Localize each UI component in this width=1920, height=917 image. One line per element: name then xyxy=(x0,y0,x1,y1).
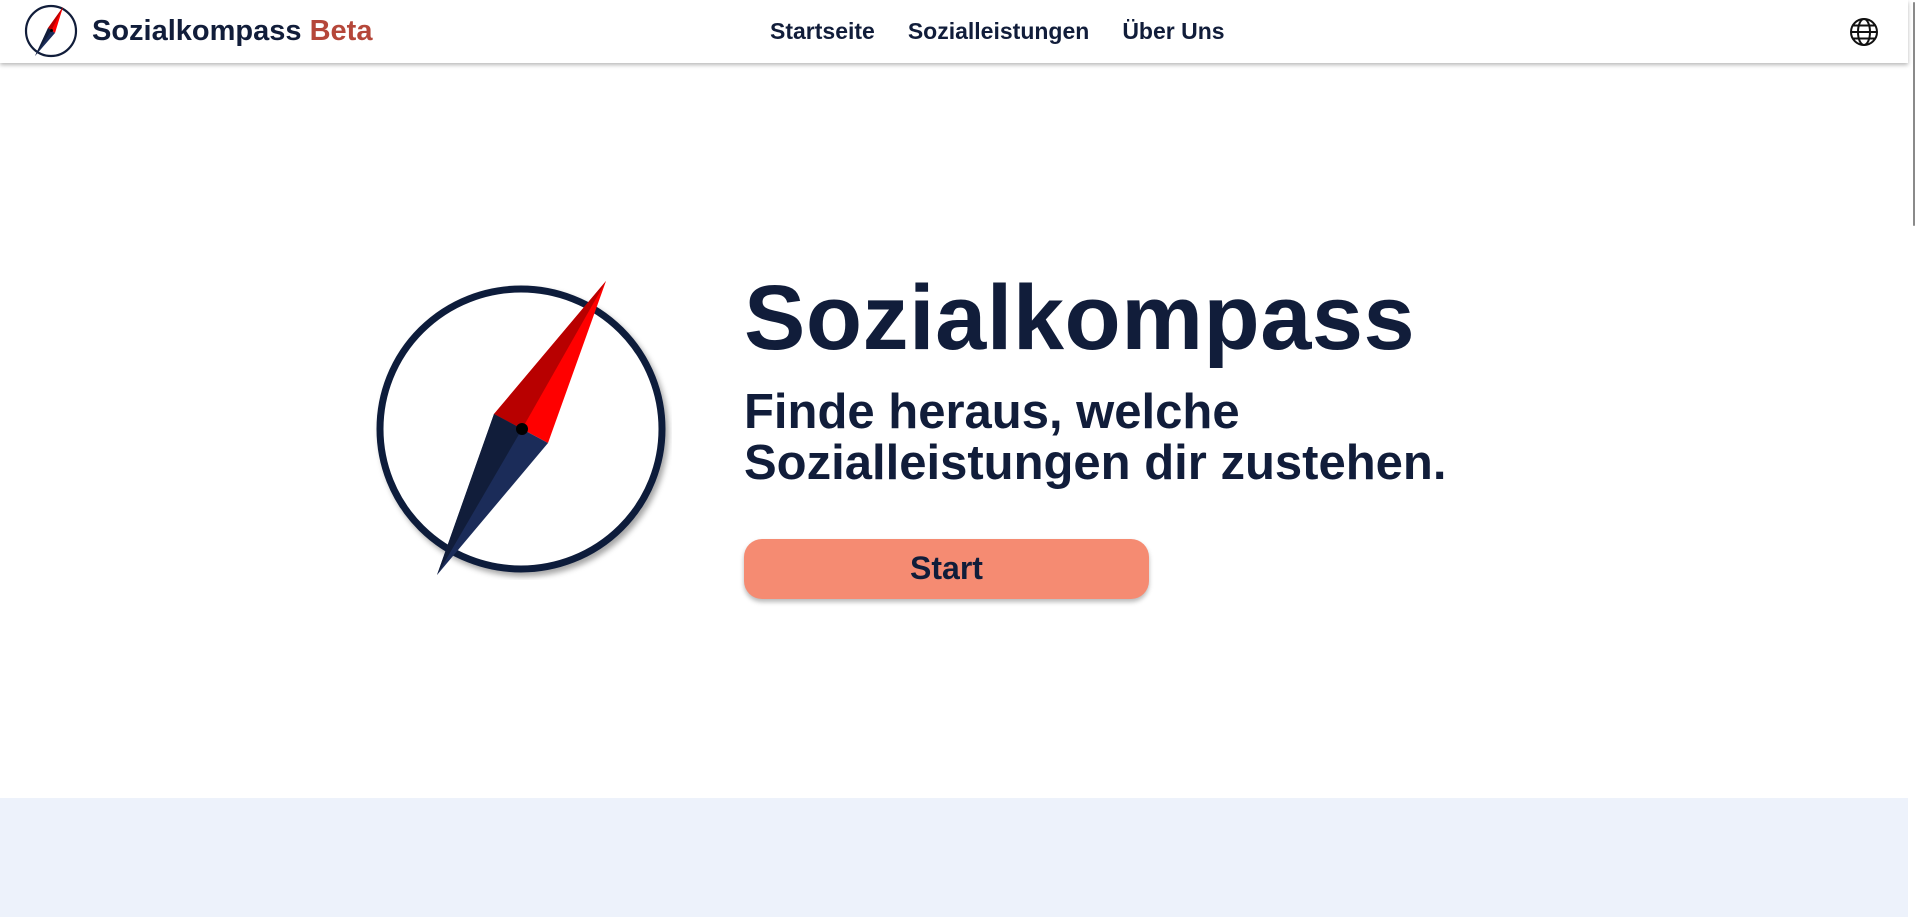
next-section-background xyxy=(0,798,1908,917)
hero-title: Sozialkompass xyxy=(744,267,1416,369)
compass-icon xyxy=(376,281,666,575)
vertical-scrollbar[interactable] xyxy=(1908,0,1920,917)
compass-logo-icon xyxy=(24,4,78,58)
brand-home-link[interactable]: Sozialkompass Beta xyxy=(24,4,372,58)
hero-text: Sozialkompass Finde heraus, welche Sozia… xyxy=(744,270,1564,599)
top-navigation-bar: Sozialkompass Beta Startseite Sozialleis… xyxy=(0,0,1908,63)
brand-title: Sozialkompass Beta xyxy=(92,15,372,48)
nav-link-sozialleistungen[interactable]: Sozialleistungen xyxy=(908,18,1089,45)
globe-icon xyxy=(1850,18,1878,46)
start-button[interactable]: Start xyxy=(744,538,1149,599)
page: Sozialkompass Beta Startseite Sozialleis… xyxy=(0,0,1920,917)
brand-name-text: Sozialkompass xyxy=(92,14,302,47)
scrollbar-thumb[interactable] xyxy=(1913,2,1915,226)
hero-subtitle: Finde heraus, welche Sozialleistungen di… xyxy=(744,384,1447,490)
main-nav: Startseite Sozialleistungen Über Uns xyxy=(770,0,1225,62)
nav-link-ueber-uns[interactable]: Über Uns xyxy=(1122,18,1224,45)
beta-label: Beta xyxy=(309,14,373,47)
nav-link-startseite[interactable]: Startseite xyxy=(770,18,875,45)
language-selector-button[interactable] xyxy=(1848,16,1880,48)
